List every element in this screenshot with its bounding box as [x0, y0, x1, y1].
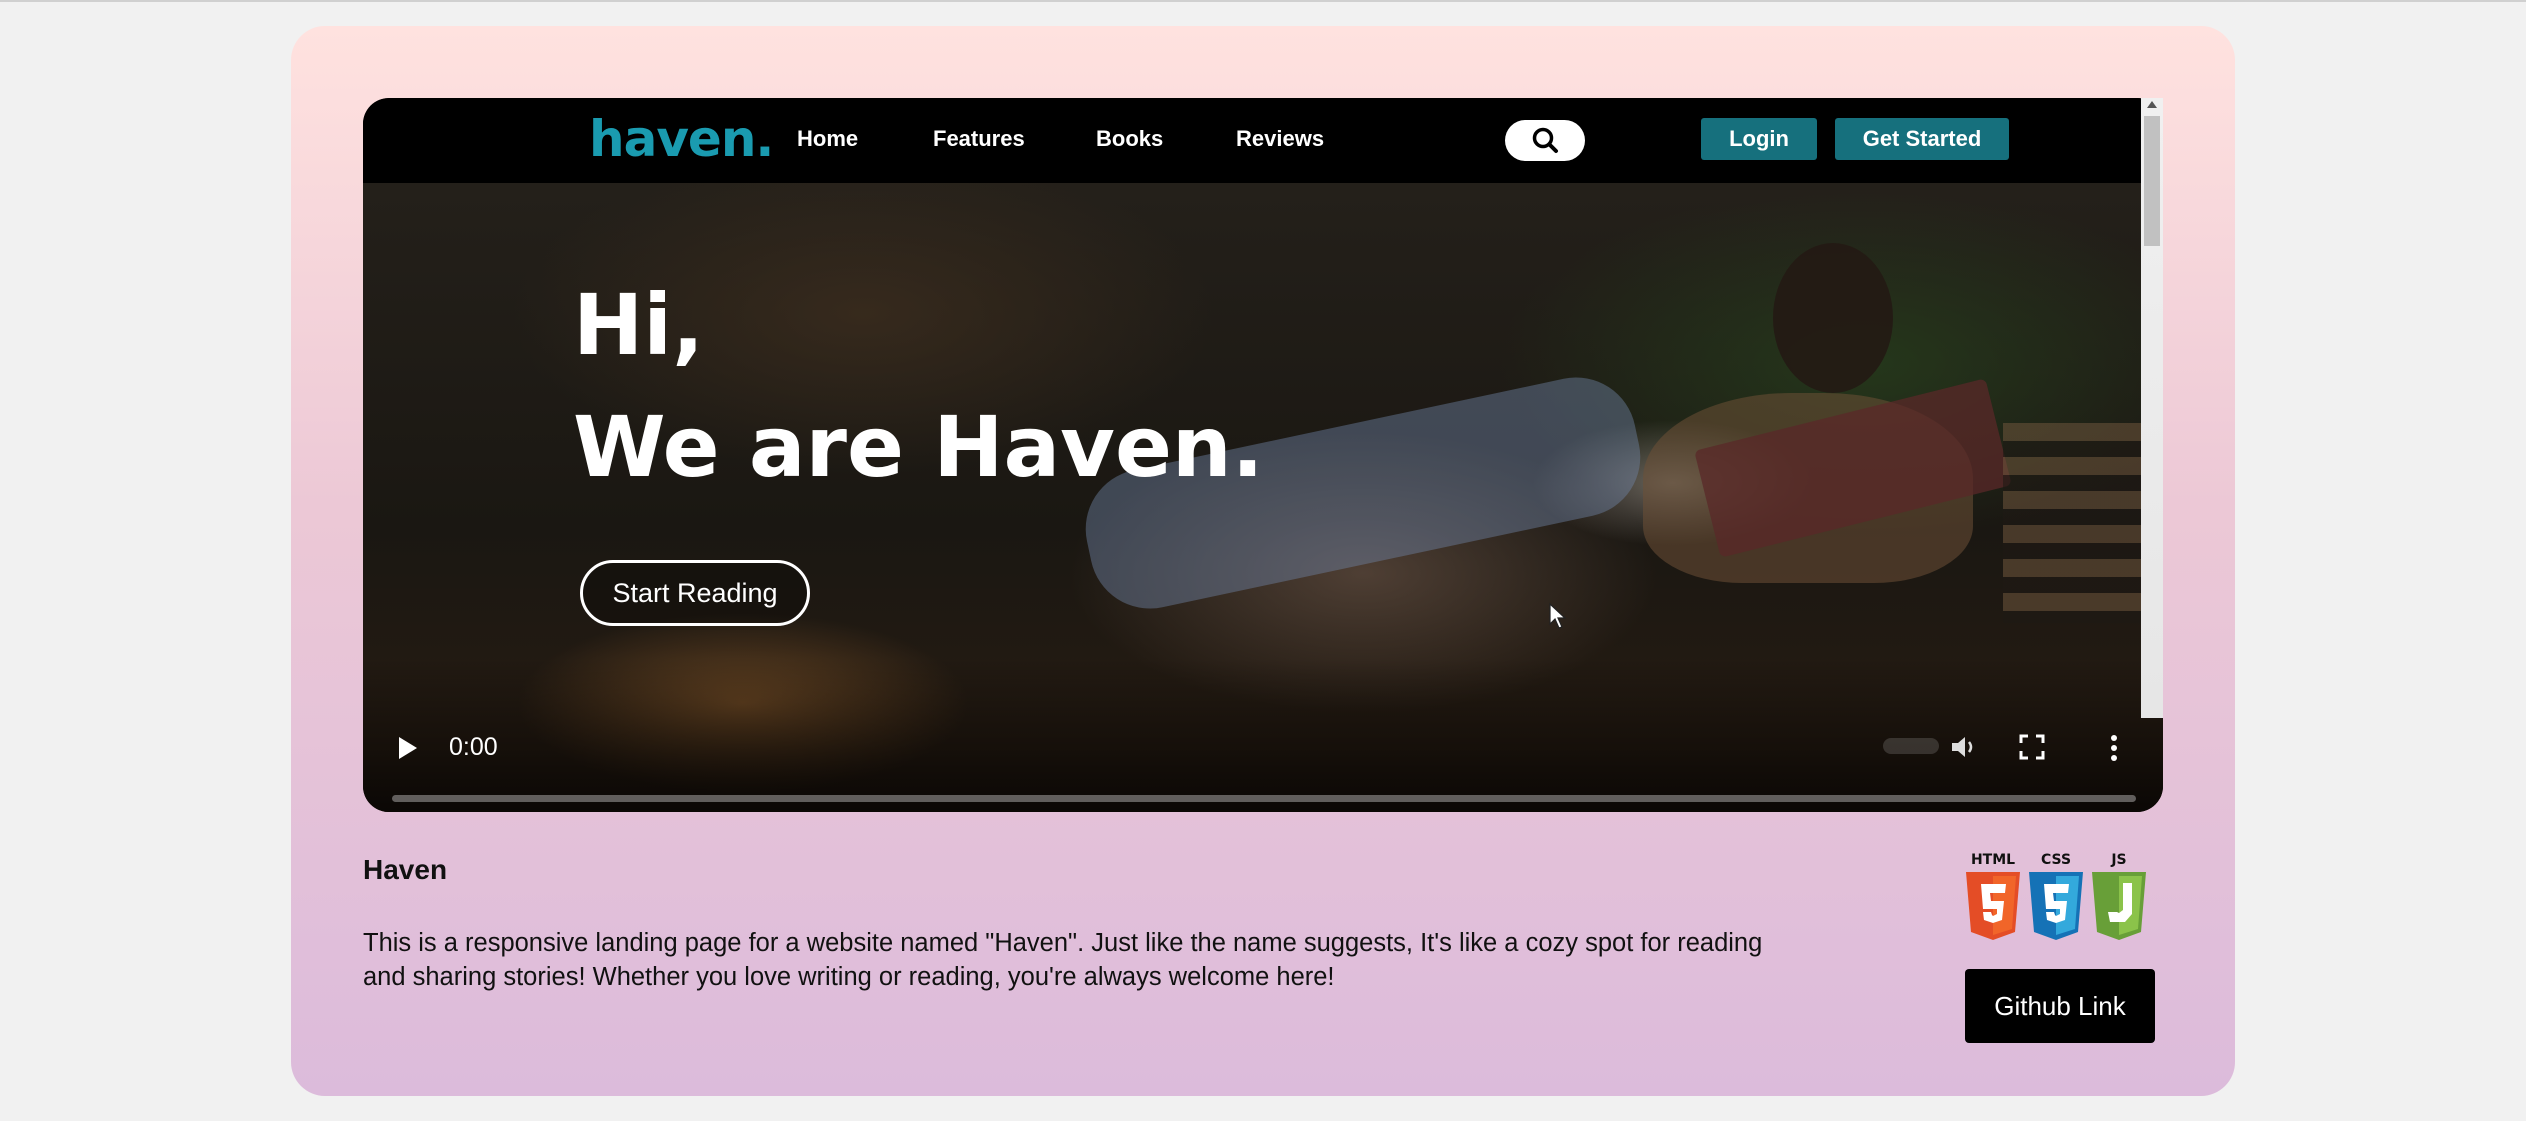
get-started-button[interactable]: Get Started: [1835, 118, 2009, 160]
scroll-up-arrow-icon[interactable]: [2147, 101, 2157, 108]
play-icon[interactable]: [397, 735, 419, 761]
css3-icon: [2029, 872, 2083, 940]
project-title: Haven: [363, 854, 448, 885]
mouse-cursor-icon: [1549, 602, 1567, 629]
nav-link-reviews[interactable]: Reviews: [1236, 126, 1324, 152]
page-scrollbar[interactable]: [2141, 98, 2163, 718]
start-reading-button[interactable]: Start Reading: [580, 560, 810, 626]
login-button[interactable]: Login: [1701, 118, 1817, 160]
site-navbar: haven. Home Features Books Reviews Login…: [363, 98, 2163, 183]
github-link-button[interactable]: Github Link: [1965, 969, 2155, 1043]
volume-icon[interactable]: [1949, 733, 1979, 761]
html5-icon: [1966, 872, 2020, 940]
video-progress-bar[interactable]: [392, 795, 2136, 802]
project-card: haven. Home Features Books Reviews Login…: [291, 26, 2235, 1096]
video-controls-overlay: [363, 658, 2163, 812]
video-time: 0:00: [449, 733, 498, 761]
nav-link-books[interactable]: Books: [1096, 126, 1163, 152]
video-player[interactable]: haven. Home Features Books Reviews Login…: [363, 98, 2163, 812]
search-icon: [1532, 127, 1558, 153]
scrollbar-thumb[interactable]: [2144, 116, 2160, 246]
volume-slider[interactable]: [1883, 738, 1939, 754]
js-icon: [2092, 872, 2146, 940]
nav-link-home[interactable]: Home: [797, 126, 858, 152]
fullscreen-icon[interactable]: [2019, 734, 2045, 760]
more-options-icon[interactable]: [2109, 734, 2119, 762]
hero-headline: We are Haven.: [573, 398, 1264, 496]
site-logo[interactable]: haven.: [589, 110, 774, 168]
scene-person-head: [1773, 243, 1893, 393]
nav-link-features[interactable]: Features: [933, 126, 1025, 152]
hero-greeting: Hi,: [573, 276, 705, 374]
search-button[interactable]: [1505, 120, 1585, 161]
window-top-border: [0, 0, 2526, 2]
scene-crate: [2003, 423, 2163, 623]
project-description: This is a responsive landing page for a …: [363, 929, 1763, 991]
